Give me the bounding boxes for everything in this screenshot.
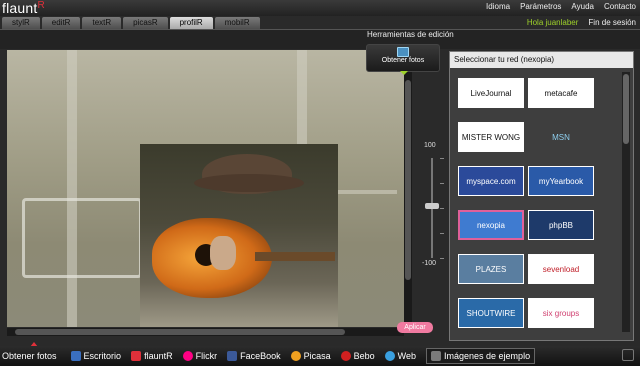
photos-icon [397, 47, 409, 57]
menu-parametros[interactable]: Parámetros [520, 2, 561, 11]
network-sevenload[interactable]: sevenload [528, 254, 594, 284]
logo[interactable]: flauntR [2, 0, 45, 16]
source-label: Escritorio [83, 351, 122, 361]
slider-knob[interactable] [425, 203, 439, 209]
top-menu: Idioma Parámetros Ayuda Contacto [486, 2, 636, 11]
scroll-thumb[interactable] [623, 74, 629, 144]
photo-canvas[interactable] [7, 50, 404, 327]
network-myyearbook[interactable]: myYearbook [528, 166, 594, 196]
tab-editr[interactable]: editR [41, 17, 81, 29]
tab-stylr[interactable]: stylR [2, 17, 40, 29]
logout-link[interactable]: Fin de sesión [588, 18, 636, 27]
network-phpbb[interactable]: phpBB [528, 210, 594, 240]
panel-scrollbar[interactable] [622, 72, 630, 332]
adjust-slider[interactable]: 100 -100 [412, 130, 448, 280]
source-label: Flickr [195, 351, 218, 361]
source-label: FaceBook [240, 351, 281, 361]
canvas-vertical-scrollbar[interactable] [404, 50, 412, 327]
top-bar: flauntR Idioma Parámetros Ayuda Contacto [0, 0, 640, 16]
toolbar-strip [0, 29, 640, 49]
network-myspace[interactable]: myspace.com [458, 166, 524, 196]
edit-tools-title: Herramientas de edición [367, 30, 454, 39]
network-nexopia[interactable]: nexopia [458, 210, 524, 240]
network-plazes[interactable]: PLAZES [458, 254, 524, 284]
picasa-icon [290, 351, 301, 361]
network-misterwong[interactable]: MISTER WONG [458, 122, 524, 152]
taskbar-label: Obtener fotos [2, 351, 57, 361]
tab-picasr[interactable]: picasR [123, 17, 168, 29]
web-icon [384, 351, 395, 361]
source-label: Web [397, 351, 417, 361]
network-sixgroups[interactable]: six groups [528, 298, 594, 328]
user-greeting[interactable]: Hola juanlaber [527, 18, 579, 27]
network-panel: Seleccionar tu red (nexopia) LiveJournal… [449, 51, 634, 341]
menu-idioma[interactable]: Idioma [486, 2, 510, 11]
slider-tick [440, 183, 444, 184]
hand-shape [210, 236, 236, 270]
slider-tick [440, 158, 444, 159]
apply-button[interactable]: Aplicar [397, 322, 433, 333]
facebook-icon [227, 351, 238, 361]
desktop-icon [70, 351, 81, 361]
flauntr-icon [131, 351, 142, 361]
slider-tick [440, 258, 444, 259]
network-shoutwire[interactable]: SHOUTWIRE [458, 298, 524, 328]
source-picasa[interactable]: Picasa [290, 351, 331, 361]
hat-brim-shape [194, 174, 304, 192]
bench-shape [22, 198, 142, 278]
slider-tick [440, 208, 444, 209]
menu-ayuda[interactable]: Ayuda [571, 2, 594, 11]
source-flickr[interactable]: Flickr [182, 351, 218, 361]
menu-contacto[interactable]: Contacto [604, 2, 636, 11]
porch-post [67, 50, 77, 327]
source-sample-images[interactable]: Imágenes de ejemplo [426, 348, 536, 364]
source-web[interactable]: Web [384, 351, 417, 361]
get-photos-label: Obtener fotos [381, 57, 425, 64]
flickr-icon [182, 351, 193, 361]
panel-title: Seleccionar tu red (nexopia) [450, 52, 633, 68]
canvas-horizontal-scrollbar[interactable] [7, 328, 404, 336]
get-photos-button[interactable]: Obtener fotos [366, 44, 440, 75]
tab-textr[interactable]: textR [82, 17, 122, 29]
source-label: Picasa [303, 351, 331, 361]
slider-tick [440, 233, 444, 234]
network-msn[interactable]: MSN [528, 122, 594, 152]
tab-mobilr[interactable]: mobilR [214, 17, 260, 29]
guitar-neck [255, 252, 335, 261]
sample-images-icon [431, 351, 442, 361]
scroll-thumb[interactable] [15, 329, 345, 335]
source-facebook[interactable]: FaceBook [227, 351, 281, 361]
source-flauntr[interactable]: flauntR [131, 351, 173, 361]
tab-bar: stylR editR textR picasR profilR mobilR [2, 17, 260, 29]
active-arrow-icon [400, 71, 408, 75]
taskbar-scroll-icon[interactable] [622, 349, 634, 361]
source-taskbar: Obtener fotos Escritorio flauntR Flickr … [0, 346, 640, 366]
bebo-icon [340, 351, 351, 361]
crop-selection[interactable] [140, 144, 338, 327]
network-metacafe[interactable]: metacafe [528, 78, 594, 108]
source-escritorio[interactable]: Escritorio [70, 351, 122, 361]
source-label: Imágenes de ejemplo [444, 351, 531, 361]
user-line: Hola juanlaber Fin de sesión [527, 18, 636, 27]
source-label: Bebo [353, 351, 375, 361]
network-livejournal[interactable]: LiveJournal [458, 78, 524, 108]
scroll-thumb[interactable] [405, 80, 411, 280]
slider-max-label: 100 [424, 142, 436, 149]
slider-min-label: -100 [422, 260, 437, 267]
tab-profilr[interactable]: profilR [169, 17, 213, 29]
source-label: flauntR [144, 351, 173, 361]
source-bebo[interactable]: Bebo [340, 351, 375, 361]
